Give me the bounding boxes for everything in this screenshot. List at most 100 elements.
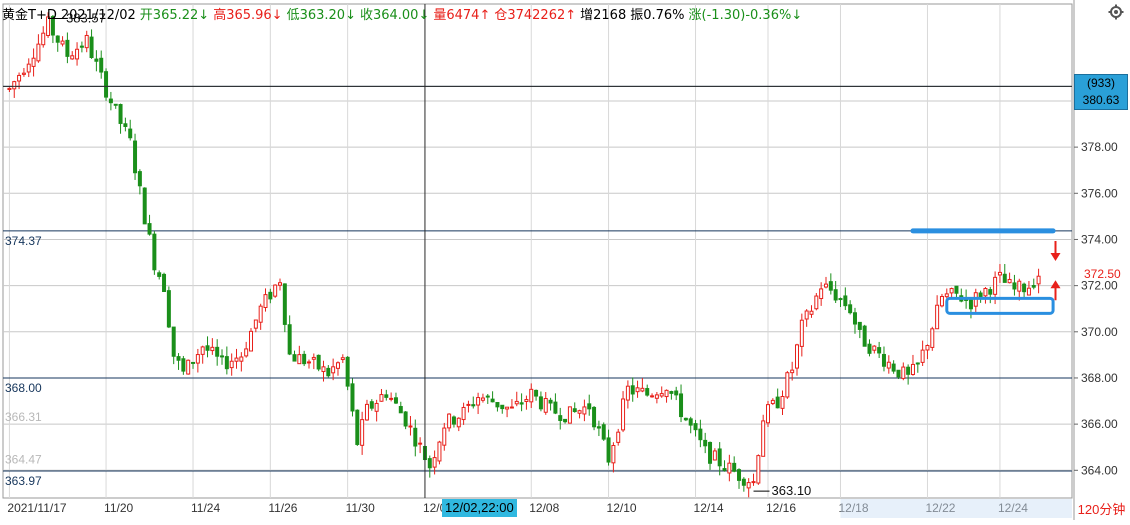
candle-body[interactable]	[761, 420, 766, 457]
gear-icon[interactable]	[1108, 4, 1124, 20]
candle-body[interactable]	[331, 366, 336, 374]
candle-body[interactable]	[669, 391, 674, 394]
candle-body[interactable]	[553, 401, 558, 414]
candle-body[interactable]	[287, 324, 292, 355]
candle-body[interactable]	[1017, 280, 1022, 292]
candle-body[interactable]	[99, 57, 104, 73]
candle-body[interactable]	[326, 367, 331, 377]
candlestick-chart[interactable]: 364.00366.00368.00370.00372.00374.00376.…	[0, 0, 1130, 520]
candle-body[interactable]	[679, 393, 684, 418]
candle-body[interactable]	[268, 291, 273, 300]
candle-body[interactable]	[746, 482, 751, 489]
candle-body[interactable]	[364, 403, 369, 421]
candle-body[interactable]	[572, 408, 577, 413]
candle-body[interactable]	[302, 353, 307, 365]
candle-body[interactable]	[461, 406, 466, 421]
candle-body[interactable]	[340, 357, 345, 361]
candle-body[interactable]	[741, 478, 746, 486]
candle-body[interactable]	[282, 283, 287, 325]
candle-body[interactable]	[538, 396, 543, 410]
candle-body[interactable]	[983, 288, 988, 297]
candle-body[interactable]	[166, 290, 171, 328]
candle-body[interactable]	[915, 362, 920, 365]
candle-body[interactable]	[925, 344, 930, 351]
candle-body[interactable]	[384, 394, 389, 398]
candle-body[interactable]	[857, 321, 862, 330]
candle-body[interactable]	[910, 363, 915, 375]
candle-body[interactable]	[220, 355, 225, 358]
candle-body[interactable]	[630, 385, 635, 395]
candle-body[interactable]	[17, 74, 22, 82]
candle-body[interactable]	[75, 48, 80, 60]
candle-body[interactable]	[195, 354, 200, 364]
candle-body[interactable]	[162, 273, 167, 292]
candle-body[interactable]	[993, 276, 998, 295]
candle-body[interactable]	[708, 441, 713, 464]
candle-body[interactable]	[766, 404, 771, 424]
candle-body[interactable]	[89, 36, 94, 59]
candle-body[interactable]	[872, 345, 877, 351]
candle-body[interactable]	[819, 288, 824, 300]
candle-body[interactable]	[65, 39, 70, 57]
candle-body[interactable]	[157, 272, 162, 277]
candle-body[interactable]	[509, 406, 514, 409]
candle-body[interactable]	[901, 366, 906, 379]
candle-body[interactable]	[108, 98, 113, 104]
candle-body[interactable]	[181, 358, 186, 372]
candle-body[interactable]	[480, 397, 485, 401]
candle-body[interactable]	[785, 372, 790, 398]
candle-body[interactable]	[519, 402, 524, 405]
candle-body[interactable]	[60, 40, 65, 45]
timeframe-label[interactable]: 120分钟	[1074, 500, 1129, 519]
candle-body[interactable]	[848, 304, 853, 314]
candle-body[interactable]	[133, 140, 138, 174]
candle-body[interactable]	[852, 312, 857, 325]
candle-body[interactable]	[881, 353, 886, 367]
candle-body[interactable]	[795, 344, 800, 369]
candle-body[interactable]	[200, 346, 205, 355]
candle-body[interactable]	[84, 34, 89, 49]
candle-body[interactable]	[176, 356, 181, 361]
candle-body[interactable]	[548, 399, 553, 404]
candle-body[interactable]	[814, 295, 819, 310]
candle-body[interactable]	[355, 409, 360, 445]
candle-body[interactable]	[104, 71, 109, 98]
candle-body[interactable]	[833, 289, 838, 301]
candle-body[interactable]	[500, 404, 505, 410]
candle-body[interactable]	[823, 283, 828, 288]
candle-body[interactable]	[427, 458, 432, 469]
candle-body[interactable]	[171, 326, 176, 357]
candle-body[interactable]	[954, 285, 959, 294]
candle-body[interactable]	[804, 310, 809, 320]
candle-body[interactable]	[311, 356, 316, 360]
candle-body[interactable]	[654, 394, 659, 399]
candle-body[interactable]	[31, 57, 36, 67]
candle-body[interactable]	[432, 457, 437, 468]
candle-body[interactable]	[456, 417, 461, 428]
candle-body[interactable]	[650, 395, 655, 398]
candle-body[interactable]	[698, 428, 703, 441]
candle-body[interactable]	[41, 32, 46, 46]
candle-body[interactable]	[1007, 278, 1012, 284]
candle-body[interactable]	[529, 388, 534, 403]
chart-area[interactable]: 364.00 366.00 368.00 370.00 372.00 374.00 376.…	[0, 0, 1130, 520]
candle-body[interactable]	[567, 406, 572, 424]
candle-body[interactable]	[843, 295, 848, 307]
candle-body[interactable]	[799, 319, 804, 347]
candle-body[interactable]	[253, 319, 258, 329]
candle-body[interactable]	[664, 389, 669, 398]
candle-body[interactable]	[935, 304, 940, 330]
candle-body[interactable]	[210, 346, 215, 352]
candle-body[interactable]	[128, 128, 133, 139]
candle-body[interactable]	[543, 398, 548, 413]
candle-body[interactable]	[727, 462, 732, 474]
candle-body[interactable]	[809, 310, 814, 315]
candle-body[interactable]	[645, 388, 650, 396]
candle-body[interactable]	[224, 356, 229, 370]
candle-body[interactable]	[790, 369, 795, 374]
candle-body[interactable]	[26, 63, 31, 73]
candle-body[interactable]	[389, 397, 394, 400]
candle-body[interactable]	[360, 419, 365, 446]
candle-body[interactable]	[292, 354, 297, 362]
candle-body[interactable]	[703, 439, 708, 447]
